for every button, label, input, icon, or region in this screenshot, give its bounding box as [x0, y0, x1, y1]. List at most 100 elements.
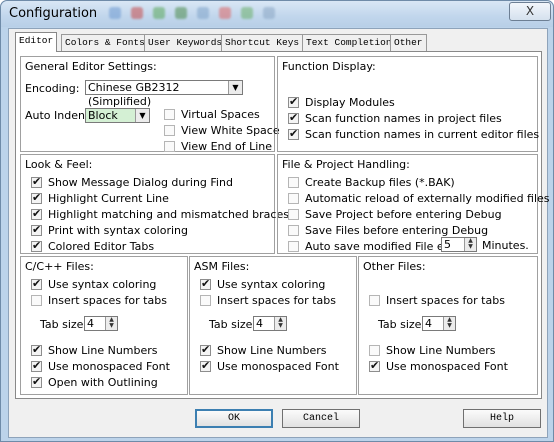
- chevron-down-icon[interactable]: ▼: [228, 81, 242, 94]
- show-find-dialog-label: Show Message Dialog during Find: [48, 175, 233, 189]
- checkbox-icon[interactable]: [369, 359, 380, 372]
- asm-monospaced-option[interactable]: Use monospaced Font: [200, 359, 339, 373]
- asm-insert-spaces-option[interactable]: Insert spaces for tabs: [200, 293, 336, 307]
- spinner-buttons[interactable]: ▲ ▼: [464, 238, 476, 251]
- checkbox-icon[interactable]: [31, 277, 42, 290]
- cpp-outlining-option[interactable]: Open with Outlining: [31, 375, 158, 389]
- other-line-numbers-label: Show Line Numbers: [386, 343, 496, 357]
- checkbox-icon[interactable]: [31, 191, 42, 204]
- checkbox-icon[interactable]: [31, 207, 42, 220]
- virtual-spaces-option[interactable]: Virtual Spaces: [164, 107, 260, 121]
- tab-text-completion[interactable]: Text Completion: [302, 34, 396, 51]
- checkbox-icon[interactable]: [31, 175, 42, 188]
- help-button[interactable]: Help: [463, 409, 541, 428]
- checkbox-icon[interactable]: [288, 95, 299, 108]
- other-insert-spaces-option[interactable]: Insert spaces for tabs: [369, 293, 505, 307]
- checkbox-icon[interactable]: [288, 240, 299, 252]
- scan-editor-files-option[interactable]: Scan function names in current editor fi…: [288, 127, 539, 141]
- other-monospaced-option[interactable]: Use monospaced Font: [369, 359, 508, 373]
- checkbox-icon[interactable]: [288, 208, 299, 220]
- scan-project-files-option[interactable]: Scan function names in project files: [288, 111, 502, 125]
- checkbox-icon[interactable]: [288, 176, 299, 188]
- spin-down-icon[interactable]: ▼: [444, 323, 455, 329]
- spin-down-icon[interactable]: ▼: [465, 244, 476, 250]
- cpp-files-header: C/C++ Files:: [25, 260, 94, 273]
- checkbox-icon[interactable]: [288, 111, 299, 124]
- spin-down-icon[interactable]: ▼: [106, 323, 117, 329]
- highlight-braces-option[interactable]: Highlight matching and mismatched braces: [31, 207, 289, 221]
- encoding-select[interactable]: Chinese GB2312 (Simplified) ▼: [85, 80, 243, 108]
- cpp-insert-spaces-option[interactable]: Insert spaces for tabs: [31, 293, 167, 307]
- asm-line-numbers-option[interactable]: Show Line Numbers: [200, 343, 327, 357]
- checkbox-icon[interactable]: [200, 343, 211, 356]
- colored-editor-tabs-option[interactable]: Colored Editor Tabs: [31, 239, 154, 253]
- tab-editor[interactable]: Editor: [15, 32, 58, 52]
- asm-tab-size-spinner[interactable]: 4 ▲ ▼: [253, 316, 287, 331]
- checkbox-icon[interactable]: [200, 277, 211, 290]
- highlight-braces-label: Highlight matching and mismatched braces: [48, 207, 289, 221]
- close-icon: X: [525, 4, 535, 18]
- tab-shortcut-keys[interactable]: Shortcut Keys: [221, 34, 304, 51]
- save-files-debug-option[interactable]: Save Files before entering Debug: [288, 223, 488, 237]
- cancel-button[interactable]: Cancel: [282, 409, 360, 428]
- spinner-buttons[interactable]: ▲ ▼: [274, 317, 286, 330]
- view-white-space-option[interactable]: View White Space: [164, 123, 280, 137]
- tab-user-keywords[interactable]: User Keywords: [144, 34, 227, 51]
- tab-other[interactable]: Other: [390, 34, 427, 51]
- cpp-tab-size-spinner[interactable]: 4 ▲ ▼: [84, 316, 118, 331]
- checkbox-icon[interactable]: [164, 140, 175, 152]
- chevron-down-icon[interactable]: ▼: [135, 109, 149, 122]
- view-end-of-line-label: View End of Line: [181, 139, 273, 153]
- checkbox-icon[interactable]: [31, 239, 42, 252]
- asm-syntax-option[interactable]: Use syntax coloring: [200, 277, 325, 291]
- view-end-of-line-option[interactable]: View End of Line: [164, 139, 272, 153]
- display-modules-option[interactable]: Display Modules: [288, 95, 395, 109]
- print-syntax-coloring-option[interactable]: Print with syntax coloring: [31, 223, 188, 237]
- checkbox-icon[interactable]: [164, 108, 175, 120]
- auto-reload-option[interactable]: Automatic reload of externally modified …: [288, 191, 550, 205]
- colored-editor-tabs-label: Colored Editor Tabs: [48, 239, 155, 253]
- save-project-debug-label: Save Project before entering Debug: [305, 207, 502, 221]
- checkbox-icon[interactable]: [31, 375, 42, 388]
- other-tab-size-spinner[interactable]: 4 ▲ ▼: [422, 316, 456, 331]
- dialog-client: Editor Colors & Fonts User Keywords Shor…: [8, 28, 550, 438]
- checkbox-icon[interactable]: [31, 359, 42, 372]
- checkbox-icon[interactable]: [288, 127, 299, 140]
- create-backup-option[interactable]: Create Backup files (*.BAK): [288, 175, 455, 189]
- asm-files-header: ASM Files:: [194, 260, 250, 273]
- other-line-numbers-option[interactable]: Show Line Numbers: [369, 343, 496, 357]
- auto-reload-label: Automatic reload of externally modified …: [305, 191, 550, 205]
- look-feel-group: Look & Feel: Show Message Dialog during …: [20, 154, 289, 254]
- highlight-current-line-option[interactable]: Highlight Current Line: [31, 191, 169, 205]
- asm-files-group: ASM Files: Use syntax coloring Insert sp…: [189, 256, 357, 395]
- checkbox-icon[interactable]: [369, 344, 380, 356]
- other-files-group: Other Files: Insert spaces for tabs Tab …: [358, 256, 538, 395]
- checkbox-icon[interactable]: [200, 359, 211, 372]
- show-find-dialog-option[interactable]: Show Message Dialog during Find: [31, 175, 233, 189]
- spinner-buttons[interactable]: ▲ ▼: [105, 317, 117, 330]
- checkbox-icon[interactable]: [200, 294, 211, 306]
- cpp-tab-size-value: 4: [87, 317, 94, 330]
- auto-indent-select[interactable]: Block ▼: [85, 108, 150, 123]
- cpp-syntax-option[interactable]: Use syntax coloring: [31, 277, 156, 291]
- cpp-monospaced-option[interactable]: Use monospaced Font: [31, 359, 170, 373]
- auto-save-minutes-spinner[interactable]: 5 ▲ ▼: [441, 237, 477, 252]
- asm-insert-spaces-label: Insert spaces for tabs: [217, 293, 336, 307]
- other-insert-spaces-label: Insert spaces for tabs: [386, 293, 505, 307]
- checkbox-icon[interactable]: [31, 343, 42, 356]
- close-button[interactable]: X: [509, 2, 551, 21]
- checkbox-icon[interactable]: [369, 294, 380, 306]
- checkbox-icon[interactable]: [164, 124, 175, 136]
- spinner-buttons[interactable]: ▲ ▼: [443, 317, 455, 330]
- cpp-line-numbers-option[interactable]: Show Line Numbers: [31, 343, 158, 357]
- checkbox-icon[interactable]: [31, 223, 42, 236]
- ok-button[interactable]: OK: [195, 409, 273, 428]
- checkbox-icon[interactable]: [288, 192, 299, 204]
- title-bar[interactable]: Configuration X: [1, 1, 553, 27]
- checkbox-icon[interactable]: [288, 224, 299, 236]
- spin-down-icon[interactable]: ▼: [275, 323, 286, 329]
- tab-colors-fonts[interactable]: Colors & Fonts: [61, 34, 149, 51]
- save-project-debug-option[interactable]: Save Project before entering Debug: [288, 207, 502, 221]
- asm-monospaced-label: Use monospaced Font: [217, 359, 339, 373]
- checkbox-icon[interactable]: [31, 294, 42, 306]
